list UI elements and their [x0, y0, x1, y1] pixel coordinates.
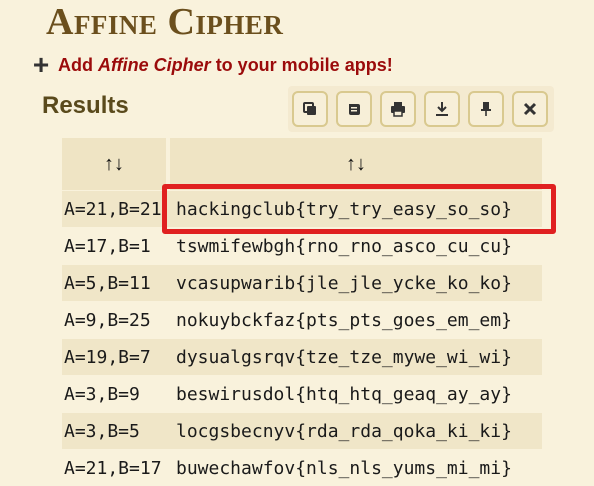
- print-button[interactable]: [380, 91, 416, 127]
- table-row: A=21,B=21 hackingclub{try_try_easy_so_so}: [62, 191, 542, 227]
- copy-button[interactable]: [292, 91, 328, 127]
- row-key: A=17,B=1: [64, 235, 151, 257]
- table-row: A=19,B=7 dysualgsrqv{tze_tze_mywe_wi_wi}: [62, 339, 542, 375]
- table-row: A=17,B=1 tswmifewbgh{rno_rno_asco_cu_cu}: [62, 228, 542, 264]
- sort-values-button[interactable]: ↑↓: [170, 138, 542, 190]
- download-icon: [436, 102, 448, 116]
- results-toolbar: [288, 86, 554, 132]
- copy-icon: [303, 102, 316, 115]
- row-value: tswmifewbgh{rno_rno_asco_cu_cu}: [176, 235, 512, 257]
- sort-keys-button[interactable]: ↑↓: [62, 138, 166, 190]
- table-header: ↑↓ ↑↓: [62, 138, 542, 190]
- close-icon: [523, 102, 537, 116]
- row-key: A=9,B=25: [64, 309, 151, 331]
- pin-icon: [481, 102, 491, 116]
- table-row: A=3,B=5 locgsbecnyv{rda_rda_qoka_ki_ki}: [62, 413, 542, 449]
- table-row: A=5,B=11 vcasupwarib{jle_jle_ycke_ko_ko}: [62, 265, 542, 301]
- print-icon: [391, 102, 405, 117]
- close-button[interactable]: [512, 91, 548, 127]
- row-key: A=21,B=21: [64, 198, 162, 220]
- row-key: A=19,B=7: [64, 346, 151, 368]
- plus-icon: +: [32, 49, 50, 80]
- row-key: A=21,B=17: [64, 457, 162, 479]
- row-key: A=5,B=11: [64, 272, 151, 294]
- row-key: A=3,B=5: [64, 420, 140, 442]
- row-value: vcasupwarib{jle_jle_ycke_ko_ko}: [176, 272, 512, 294]
- row-key: A=3,B=9: [64, 383, 140, 405]
- pin-button[interactable]: [468, 91, 504, 127]
- row-value: locgsbecnyv{rda_rda_qoka_ki_ki}: [176, 420, 512, 442]
- table-row: A=21,B=17 buwechawfov{nls_nls_yums_mi_mi}: [62, 450, 542, 486]
- promo-app-name: Affine Cipher: [98, 54, 211, 75]
- row-value: dysualgsrqv{tze_tze_mywe_wi_wi}: [176, 346, 512, 368]
- row-value: beswirusdol{htq_htq_geaq_ay_ay}: [176, 383, 512, 405]
- promo-suffix: to your mobile apps!: [210, 54, 393, 75]
- row-value: nokuybckfaz{pts_pts_goes_em_em}: [176, 309, 512, 331]
- row-value: buwechawfov{nls_nls_yums_mi_mi}: [176, 457, 512, 479]
- download-button[interactable]: [424, 91, 460, 127]
- scroll-icon: [349, 104, 360, 115]
- table-row: A=9,B=25 nokuybckfaz{pts_pts_goes_em_em}: [62, 302, 542, 338]
- promo-prefix: Add: [58, 54, 98, 75]
- row-value: hackingclub{try_try_easy_so_so}: [176, 198, 512, 220]
- save-button[interactable]: [336, 91, 372, 127]
- promo-banner: + Add Affine Cipher to your mobile apps!: [30, 49, 393, 80]
- results-heading: Results: [42, 92, 129, 119]
- page-title: Affine Cipher: [46, 1, 284, 43]
- table-row: A=3,B=9 beswirusdol{htq_htq_geaq_ay_ay}: [62, 376, 542, 412]
- results-table: ↑↓ ↑↓ A=21,B=21 hackingclub{try_try_easy_…: [62, 138, 542, 486]
- add-to-apps-link[interactable]: Add Affine Cipher to your mobile apps!: [58, 55, 393, 76]
